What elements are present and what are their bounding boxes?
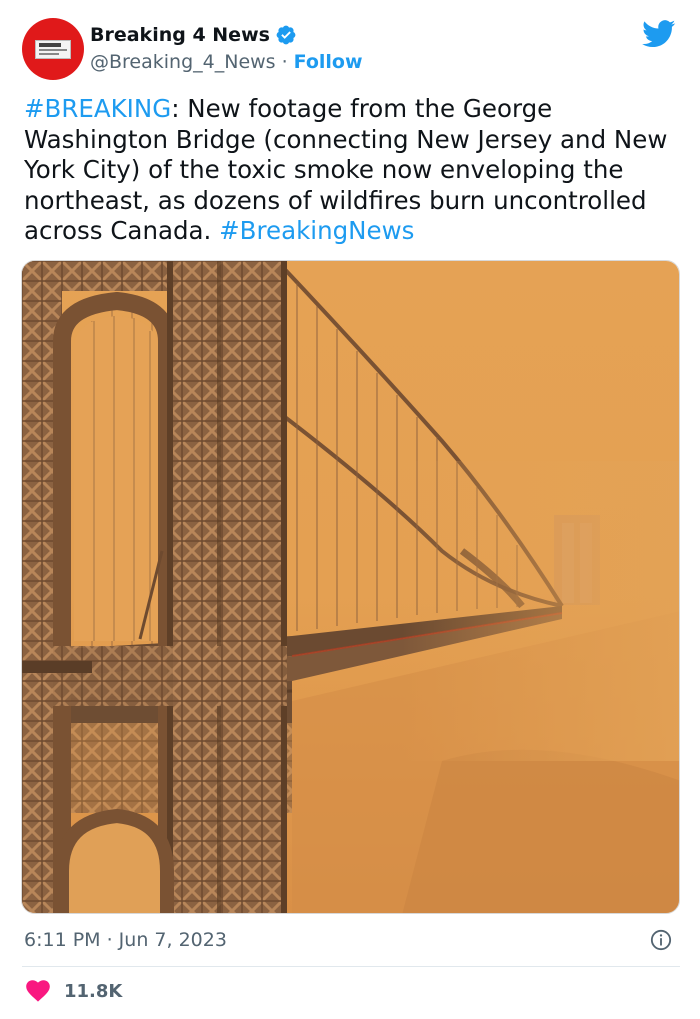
tweet-timestamp[interactable]: 6:11 PM · Jun 7, 2023 [24, 926, 227, 954]
tweet-card: Breaking 4 News @Breaking_4_News · Follo… [0, 0, 700, 1019]
newspaper-icon [35, 40, 71, 59]
like-row[interactable]: 11.8K [26, 977, 122, 1005]
twitter-bird-icon[interactable] [642, 20, 676, 48]
tweet-photo[interactable] [21, 260, 680, 914]
separator-dot: · [281, 51, 288, 73]
bridge-photo [22, 261, 679, 913]
tweet-text: #BREAKING: New footage from the George W… [24, 94, 680, 247]
author-handle[interactable]: @Breaking_4_News [90, 51, 276, 73]
follow-button[interactable]: Follow [294, 51, 363, 73]
divider [22, 966, 680, 967]
like-count: 11.8K [64, 980, 123, 1002]
verified-badge-icon [276, 25, 296, 45]
author-display-name[interactable]: Breaking 4 News [90, 24, 270, 46]
hashtag-breakingnews[interactable]: #BreakingNews [219, 216, 414, 245]
author-name-row: Breaking 4 News [90, 22, 297, 48]
author-avatar[interactable] [22, 18, 84, 80]
author-handle-row: @Breaking_4_News · Follow [90, 49, 363, 75]
heart-icon[interactable] [26, 980, 50, 1002]
info-icon[interactable] [650, 929, 672, 951]
hashtag-breaking[interactable]: #BREAKING [24, 94, 171, 123]
